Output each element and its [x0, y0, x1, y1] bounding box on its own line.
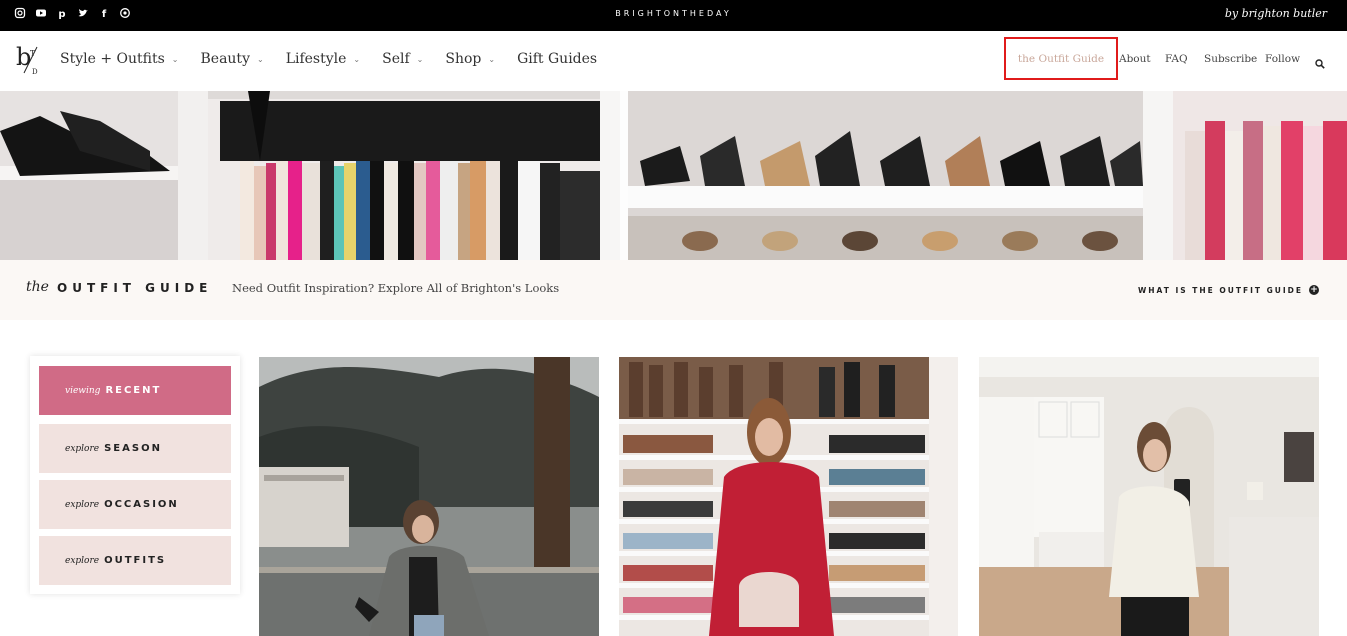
- filter-outfits-button[interactable]: explore OUTFITS: [39, 536, 231, 585]
- nav-item-label: Shop: [445, 51, 482, 67]
- nav-item-label: Beauty: [200, 51, 250, 67]
- filter-prefix: explore: [65, 499, 100, 510]
- outfit-photo-1[interactable]: [259, 357, 599, 636]
- outfit-photo-3[interactable]: [979, 357, 1319, 636]
- filter-label: OCCASION: [104, 499, 179, 510]
- top-bar: p f BRIGHTONTHEDAY by brighton butler: [0, 0, 1347, 31]
- nav-item-self[interactable]: Self ⌄: [382, 51, 423, 67]
- faq-link[interactable]: FAQ: [1165, 53, 1188, 65]
- hero-closet-image: [0, 91, 1347, 260]
- nav-item-gift-guides[interactable]: Gift Guides: [517, 51, 597, 67]
- nav-item-label: Self: [382, 51, 410, 67]
- plus-circle-icon: +: [1309, 285, 1319, 295]
- chevron-down-icon: ⌄: [416, 54, 424, 64]
- nav-item-beauty[interactable]: Beauty ⌄: [201, 51, 264, 67]
- chevron-down-icon: ⌄: [488, 54, 496, 64]
- chevron-down-icon: ⌄: [171, 54, 179, 64]
- follow-link[interactable]: Follow: [1265, 53, 1300, 65]
- filter-season-button[interactable]: explore SEASON: [39, 424, 231, 473]
- byline: by brighton butler: [1224, 7, 1327, 20]
- guide-tagline: Need Outfit Inspiration? Explore All of …: [232, 281, 560, 295]
- about-link[interactable]: About: [1119, 53, 1151, 65]
- guide-title-prefix: the: [26, 279, 49, 295]
- nav-item-shop[interactable]: Shop ⌄: [445, 51, 495, 67]
- chevron-down-icon: ⌄: [256, 54, 264, 64]
- nav-item-style-outfits[interactable]: Style + Outfits ⌄: [60, 51, 179, 67]
- outfit-guide-banner: the OUTFIT GUIDE Need Outfit Inspiration…: [0, 260, 1347, 320]
- subscribe-link[interactable]: Subscribe: [1204, 53, 1257, 65]
- filter-prefix: viewing: [65, 385, 101, 396]
- nav-item-label: Gift Guides: [517, 51, 598, 67]
- search-icon[interactable]: [1315, 54, 1325, 69]
- site-logo[interactable]: b T D: [15, 41, 41, 77]
- chevron-down-icon: ⌄: [353, 54, 361, 64]
- filter-prefix: explore: [65, 443, 100, 454]
- nav-item-lifestyle[interactable]: Lifestyle ⌄: [286, 51, 360, 67]
- what-is-outfit-guide-label: WHAT IS THE OUTFIT GUIDE: [1137, 285, 1303, 295]
- outfit-photo-2[interactable]: [619, 357, 959, 636]
- nav-item-label: Style + Outfits: [60, 51, 165, 67]
- filter-label: SEASON: [104, 443, 162, 454]
- filter-recent-button[interactable]: viewing RECENT: [39, 366, 231, 415]
- what-is-outfit-guide-link[interactable]: WHAT IS THE OUTFIT GUIDE +: [1138, 285, 1319, 295]
- svg-text:T: T: [30, 49, 36, 58]
- filter-label: OUTFITS: [104, 555, 167, 566]
- svg-text:D: D: [32, 68, 38, 76]
- primary-menu: Style + Outfits ⌄ Beauty ⌄ Lifestyle ⌄ S…: [60, 51, 619, 67]
- site-name[interactable]: BRIGHTONTHEDAY: [0, 9, 1347, 18]
- filter-occasion-button[interactable]: explore OCCASION: [39, 480, 231, 529]
- main-nav: b T D Style + Outfits ⌄ Beauty ⌄ Lifesty…: [0, 31, 1347, 91]
- filter-panel: viewing RECENT explore SEASON explore OC…: [30, 356, 240, 594]
- nav-item-label: Lifestyle: [285, 51, 347, 67]
- filter-prefix: explore: [65, 555, 100, 566]
- guide-title: OUTFIT GUIDE: [57, 281, 213, 295]
- outfit-guide-link[interactable]: the Outfit Guide: [1004, 37, 1118, 80]
- filter-label: RECENT: [105, 385, 162, 396]
